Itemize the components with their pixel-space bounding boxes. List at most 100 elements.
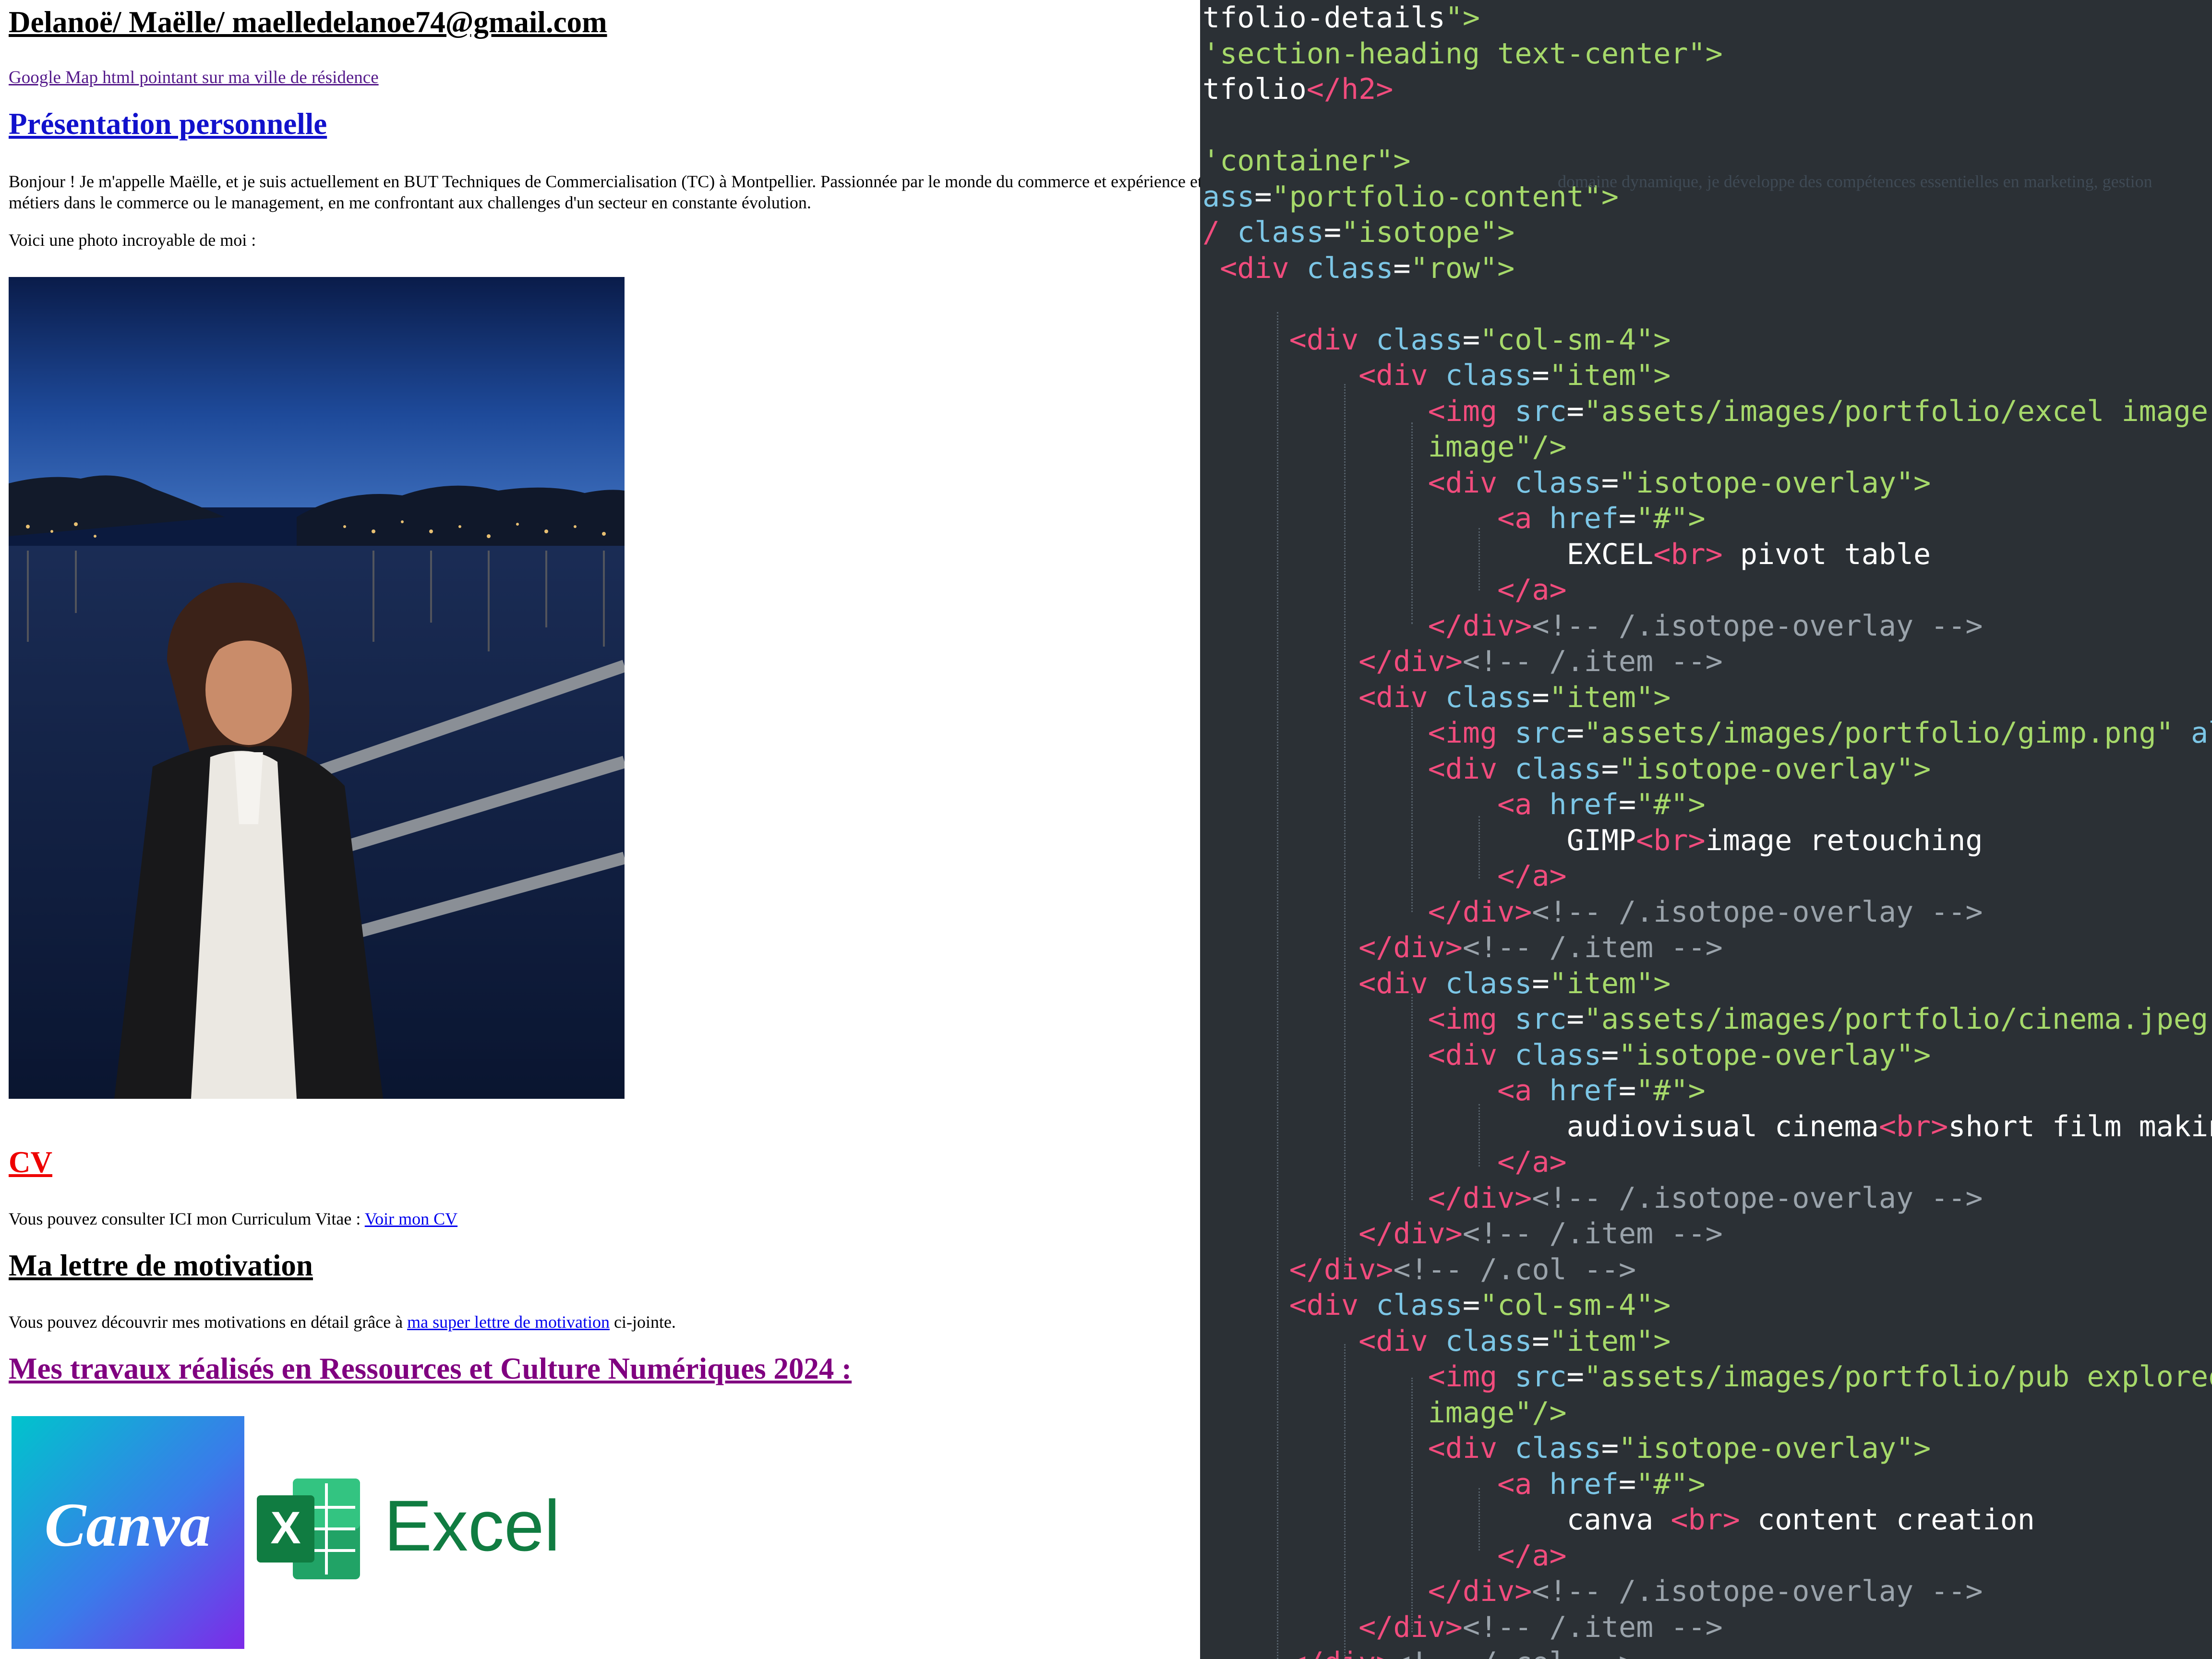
code-line[interactable]: <img src="assets/images/portfolio/cinema…: [1202, 1001, 2212, 1037]
code-token: =: [1566, 716, 1584, 750]
code-line[interactable]: 'container">: [1202, 143, 1410, 179]
code-line[interactable]: </div><!-- /.isotope-overlay -->: [1202, 1180, 1983, 1216]
cv-heading[interactable]: CV: [9, 1145, 52, 1180]
code-line[interactable]: <div class="item">: [1202, 1323, 1671, 1359]
code-line[interactable]: GIMP<br>image retouching: [1202, 823, 1983, 858]
cv-link[interactable]: Voir mon CV: [365, 1209, 457, 1228]
code-line[interactable]: </div><!-- /.item -->: [1202, 1216, 1723, 1251]
code-token: <br>: [1653, 537, 1723, 571]
code-token: <div: [1428, 466, 1515, 500]
code-line[interactable]: </div><!-- /.item -->: [1202, 1610, 1723, 1645]
photo-intro-text: Voici une photo incroyable de moi :: [9, 230, 256, 250]
code-line[interactable]: tfolio-details">: [1202, 0, 1480, 36]
code-token: <!-- /.isotope-overlay -->: [1532, 1575, 1983, 1608]
code-line[interactable]: audiovisual cinema<br>short film making: [1202, 1109, 2212, 1144]
letter-text-after: ci-jointe.: [609, 1312, 676, 1332]
letter-text: Vous pouvez découvrir mes motivations en…: [9, 1312, 676, 1332]
code-line[interactable]: <div class="col-sm-4">: [1202, 322, 1671, 358]
code-line[interactable]: tfolio</h2>: [1202, 72, 1393, 107]
code-line[interactable]: <a href="#">: [1202, 501, 1706, 536]
code-token: "isotope-overlay">: [1618, 1431, 1931, 1465]
code-token: ass: [1202, 180, 1255, 214]
code-line[interactable]: <a href="#">: [1202, 787, 1706, 822]
canva-logo-text: Canva: [45, 1491, 211, 1560]
code-line[interactable]: 'section-heading text-center">: [1202, 36, 1723, 72]
code-token: href: [1549, 1074, 1619, 1107]
code-line[interactable]: <div class="item">: [1202, 358, 1671, 393]
code-token: class: [1445, 359, 1532, 392]
code-line[interactable]: image"/>: [1202, 1395, 1567, 1431]
code-line[interactable]: </div><!-- /.item -->: [1202, 930, 1723, 965]
code-line[interactable]: <img src="assets/images/portfolio/gimp.p…: [1202, 715, 2212, 751]
code-line[interactable]: </div><!-- /.item -->: [1202, 644, 1723, 679]
code-line[interactable]: ass="portfolio-content">: [1202, 179, 1619, 215]
code-token: "col-sm-4">: [1480, 1288, 1671, 1322]
code-token: </div>: [1358, 931, 1463, 964]
code-token: "col-sm-4">: [1480, 323, 1671, 357]
code-line[interactable]: </div><!-- /.isotope-overlay -->: [1202, 608, 1983, 644]
code-token: src: [1515, 716, 1567, 750]
code-token: <div: [1358, 966, 1445, 1000]
code-token: =: [1462, 323, 1480, 357]
code-token: </a>: [1497, 1145, 1567, 1179]
code-token: image"/>: [1428, 1395, 1567, 1430]
code-line[interactable]: </div><!-- /.col -->: [1202, 1252, 1636, 1287]
code-token: src: [1515, 1360, 1567, 1394]
code-line[interactable]: </div><!-- /.isotope-overlay -->: [1202, 1574, 1983, 1609]
code-line[interactable]: <img src="assets/images/portfolio/excel …: [1202, 394, 2212, 429]
letter-link[interactable]: ma super lettre de motivation: [407, 1312, 610, 1332]
code-token: "assets/images/portfolio/cinema.jpeg": [1584, 1002, 2212, 1036]
code-editor[interactable]: tfolio-details">'section-heading text-ce…: [1200, 0, 2212, 1659]
code-line[interactable]: <div class="col-sm-4">: [1202, 1287, 1671, 1323]
code-line[interactable]: </div><!-- /.col -->: [1202, 1645, 1636, 1659]
code-token: 'container">: [1202, 144, 1411, 178]
works-heading[interactable]: Mes travaux réalisés en Ressources et Cu…: [9, 1351, 852, 1386]
google-map-link[interactable]: Google Map html pointant sur ma ville de…: [9, 67, 379, 88]
code-token: =: [1601, 1431, 1619, 1465]
code-line[interactable]: </a>: [1202, 1538, 1567, 1574]
code-token: tfolio: [1202, 72, 1307, 106]
code-line[interactable]: <a href="#">: [1202, 1467, 1706, 1502]
code-line[interactable]: <div class="isotope-overlay">: [1202, 465, 1931, 501]
code-token: "assets/images/portfolio/pub exploreo.p: [1584, 1360, 2212, 1394]
code-token: <div: [1289, 323, 1376, 357]
cv-text-label: Vous pouvez consulter ICI mon Curriculum…: [9, 1209, 365, 1228]
code-line[interactable]: canva <br> content creation: [1202, 1502, 2035, 1538]
code-line[interactable]: <div class="isotope-overlay">: [1202, 1431, 1931, 1466]
code-line[interactable]: </a>: [1202, 1144, 1567, 1180]
code-token: image retouching: [1705, 823, 1983, 857]
code-line[interactable]: / class="isotope">: [1202, 215, 1515, 250]
code-line[interactable]: <a href="#">: [1202, 1073, 1706, 1108]
code-line[interactable]: <img src="assets/images/portfolio/pub ex…: [1202, 1359, 2212, 1395]
code-token: "#">: [1636, 502, 1706, 535]
code-token: <div: [1428, 752, 1515, 786]
code-token: </div>: [1358, 645, 1463, 678]
code-token: =: [1532, 359, 1550, 392]
code-line[interactable]: </div><!-- /.isotope-overlay -->: [1202, 894, 1983, 930]
code-line[interactable]: </a>: [1202, 858, 1567, 894]
code-token: class: [1306, 251, 1394, 285]
code-token: "row">: [1410, 251, 1515, 285]
code-line[interactable]: <div class="item">: [1202, 680, 1671, 715]
code-line[interactable]: EXCEL<br> pivot table: [1202, 537, 1931, 572]
code-line[interactable]: <div class="row">: [1202, 251, 1515, 286]
code-line[interactable]: image"/>: [1202, 429, 1567, 465]
code-token: class: [1376, 323, 1463, 357]
code-line[interactable]: <div class="isotope-overlay">: [1202, 751, 1931, 787]
presentation-heading[interactable]: Présentation personnelle: [9, 107, 327, 142]
code-line[interactable]: </a>: [1202, 572, 1567, 608]
code-line[interactable]: <div class="isotope-overlay">: [1202, 1037, 1931, 1073]
code-token: class: [1445, 966, 1532, 1000]
code-token: =: [1462, 1288, 1480, 1322]
code-line[interactable]: <div class="item">: [1202, 966, 1671, 1001]
